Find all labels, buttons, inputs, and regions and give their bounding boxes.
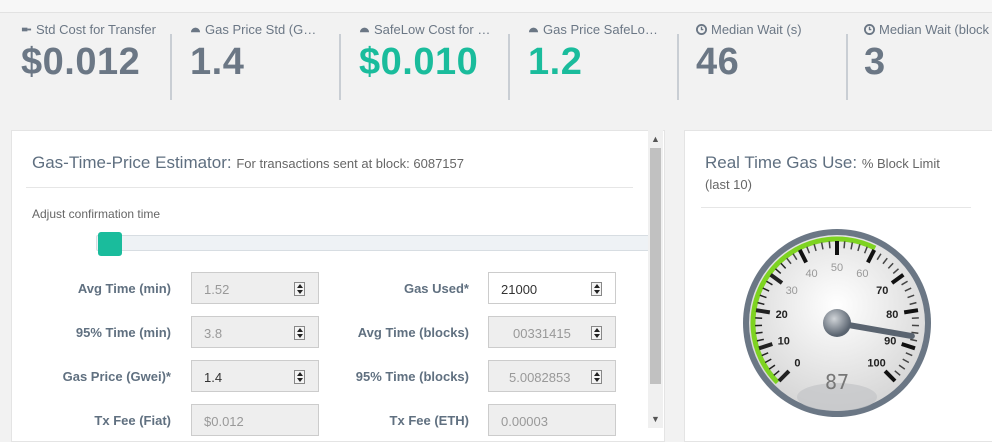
gas-use-title: Real Time Gas Use: % Block Limit (last 1… <box>705 153 975 195</box>
gauge-tick-label: 50 <box>831 262 843 274</box>
dashboard-icon <box>359 24 370 35</box>
stat-value: 1.4 <box>190 41 350 84</box>
time95-blocks-label: 95% Time (blocks) <box>322 369 469 384</box>
confirmation-time-slider-handle[interactable] <box>98 232 122 256</box>
stat-label: Std Cost for Transfer <box>36 22 156 37</box>
gauge-tick-label: 70 <box>876 285 888 297</box>
field-value: $0.012 <box>204 414 294 429</box>
estimator-title: Gas-Time-Price Estimator: For transactio… <box>32 153 464 173</box>
gauge-tick-label: 80 <box>886 309 898 321</box>
gauge-tick-label: 10 <box>778 335 790 347</box>
gas-pump-icon <box>21 24 32 35</box>
gauge-tick-label: 20 <box>776 309 788 321</box>
estimator-title-text: Gas-Time-Price Estimator: <box>32 153 232 172</box>
stat-safelow-cost: SafeLow Cost for … $0.010 <box>359 22 519 84</box>
field-value: 3.8 <box>204 326 294 341</box>
field-value: 0.00003 <box>501 414 591 429</box>
spinner-icon[interactable] <box>294 282 305 296</box>
tx-fee-fiat-field[interactable]: $0.012 <box>191 404 319 436</box>
gauge-tick-label: 90 <box>884 335 896 347</box>
gauge-readout: 87 <box>825 370 849 394</box>
gauge-major-tick <box>904 310 918 312</box>
stat-value: 3 <box>864 41 992 84</box>
spinner-icon[interactable] <box>591 282 602 296</box>
gas-used-field[interactable]: 21000 <box>488 272 616 304</box>
gauge-tick-label: 30 <box>786 285 798 297</box>
stat-value: $0.012 <box>21 41 181 84</box>
gas-time-price-estimator-panel: Gas-Time-Price Estimator: For transactio… <box>11 130 665 442</box>
dashboard-icon <box>190 24 201 35</box>
time95-min-label: 95% Time (min) <box>32 325 171 340</box>
stat-median-wait-s: Median Wait (s) 46 <box>696 22 856 84</box>
avg-time-min-label: Avg Time (min) <box>32 281 171 296</box>
time95-min-field[interactable]: 3.8 <box>191 316 319 348</box>
gauge-minor-tick <box>844 241 845 248</box>
field-value: 21000 <box>501 282 591 297</box>
time95-blocks-field[interactable]: 5.0082853 <box>488 360 616 392</box>
stat-divider <box>677 34 679 100</box>
scrollbar-thumb[interactable] <box>650 148 661 384</box>
top-strip <box>0 0 992 13</box>
stat-label: Median Wait (block <box>879 22 989 37</box>
stat-divider <box>846 34 848 100</box>
spinner-icon[interactable] <box>294 326 305 340</box>
gauge-major-tick <box>756 310 770 312</box>
gauge-tick-label: 100 <box>867 358 885 370</box>
spinner-icon[interactable] <box>591 370 602 384</box>
adjust-confirmation-label: Adjust confirmation time <box>32 207 160 221</box>
stat-label: Median Wait (s) <box>711 22 802 37</box>
gauge-tick-label: 0 <box>794 358 800 370</box>
divider <box>701 207 971 208</box>
gas-price-label: Gas Price (Gwei)* <box>32 369 171 384</box>
spinner-icon[interactable] <box>294 370 305 384</box>
gauge-tick-label: 60 <box>856 268 868 280</box>
confirmation-time-slider-track[interactable] <box>96 235 654 251</box>
gauge-minor-tick <box>829 241 830 248</box>
gas-use-subtitle: % Block Limit <box>862 156 940 171</box>
stat-median-wait-blocks: Median Wait (block 3 <box>864 22 992 84</box>
divider <box>26 187 633 188</box>
estimator-subtitle: For transactions sent at block: 6087157 <box>236 156 464 171</box>
field-value: 00331415 <box>513 326 577 341</box>
gas-use-title-text: Real Time Gas Use: <box>705 153 857 172</box>
real-time-gas-use-panel: Real Time Gas Use: % Block Limit (last 1… <box>684 130 992 442</box>
stat-gas-price-safelow: Gas Price SafeLo… 1.2 <box>528 22 688 84</box>
stat-divider <box>339 34 341 100</box>
stat-label: Gas Price SafeLo… <box>543 22 658 37</box>
stat-std-cost-transfer: Std Cost for Transfer $0.012 <box>21 22 181 84</box>
clock-icon <box>864 24 875 35</box>
stat-value: $0.010 <box>359 41 519 84</box>
avg-time-blocks-label: Avg Time (blocks) <box>322 325 469 340</box>
gas-gauge: 0 10 20 30 40 50 60 70 80 90 100 87 <box>739 225 939 425</box>
scroll-down-icon[interactable]: ▼ <box>648 412 663 426</box>
tx-fee-eth-field[interactable]: 0.00003 <box>488 404 616 436</box>
stat-value: 1.2 <box>528 41 688 84</box>
stats-bar: Std Cost for Transfer $0.012 Gas Price S… <box>0 22 992 104</box>
gas-price-field[interactable]: 1.4 <box>191 360 319 392</box>
gas-use-subtitle-2: (last 10) <box>705 177 752 192</box>
dashboard-icon <box>528 24 539 35</box>
stat-label: Gas Price Std (G… <box>205 22 316 37</box>
panel-scrollbar[interactable]: ▲ ▼ <box>648 130 663 428</box>
stat-divider <box>508 34 510 100</box>
field-value: 5.0082853 <box>509 370 577 385</box>
avg-time-blocks-field[interactable]: 00331415 <box>488 316 616 348</box>
tx-fee-fiat-label: Tx Fee (Fiat) <box>32 413 171 428</box>
gas-used-label: Gas Used* <box>322 281 469 296</box>
avg-time-min-field[interactable]: 1.52 <box>191 272 319 304</box>
clock-icon <box>696 24 707 35</box>
gauge-knob <box>823 309 851 337</box>
gauge-minor-tick <box>756 332 763 333</box>
field-value: 1.4 <box>204 370 294 385</box>
tx-fee-eth-label: Tx Fee (ETH) <box>322 413 469 428</box>
stat-divider <box>170 34 172 100</box>
field-value: 1.52 <box>204 282 294 297</box>
stat-value: 46 <box>696 41 856 84</box>
stat-gas-price-std: Gas Price Std (G… 1.4 <box>190 22 350 84</box>
scroll-up-icon[interactable]: ▲ <box>648 132 663 146</box>
stat-label: SafeLow Cost for … <box>374 22 490 37</box>
spinner-icon[interactable] <box>591 326 602 340</box>
gauge-tick-label: 40 <box>805 268 817 280</box>
